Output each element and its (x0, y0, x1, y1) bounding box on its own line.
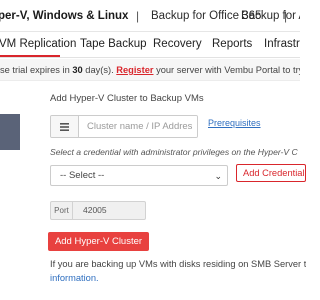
credential-select[interactable]: -- Select -- ⌄ (50, 165, 228, 186)
tab-backup-aws[interactable]: Backup for AW (241, 10, 300, 22)
nav-item-vm-replication[interactable]: VM Replication (0, 38, 76, 50)
trial-text-after-days: day(s). (82, 65, 117, 75)
nav-item-infrastructure[interactable]: Infrastru (264, 38, 300, 50)
add-credential-button[interactable]: Add Credential (236, 164, 306, 182)
credential-select-value: -- Select -- (60, 170, 105, 181)
product-tabs-bar: per-V, Windows & Linux | Backup for Offi… (0, 0, 300, 32)
port-field-group: Port 42005 (50, 201, 146, 220)
cluster-input-group (50, 115, 198, 138)
port-field: 42005 (83, 205, 107, 215)
trial-text-prefix: se trial expires in (0, 65, 73, 75)
active-nav-indicator (0, 55, 60, 57)
information-link[interactable]: information. (50, 271, 99, 285)
credential-instruction: Select a credential with administrator p… (50, 147, 298, 157)
add-hyperv-cluster-button[interactable]: Add Hyper-V Cluster (48, 232, 149, 251)
trial-banner: se trial expires in 30 day(s). Register … (0, 59, 300, 81)
register-link[interactable]: Register (116, 65, 153, 75)
cluster-input-addon (51, 116, 79, 137)
form-title: Add Hyper-V Cluster to Backup VMs (50, 93, 204, 104)
tab-separator: | (136, 9, 140, 23)
prerequisites-link[interactable]: Prerequisites (208, 118, 261, 128)
list-icon (60, 122, 69, 131)
trial-text-suffix: your server with Vembu Portal to try (153, 65, 300, 75)
chevron-down-icon: ⌄ (214, 171, 222, 181)
trial-days: 30 (72, 65, 83, 75)
nav-item-recovery[interactable]: Recovery (153, 38, 202, 50)
side-panel-item[interactable] (0, 114, 20, 150)
tab-hyperv-windows-linux[interactable]: per-V, Windows & Linux (0, 10, 128, 22)
smb-info-text: If you are backing up VMs with disks res… (50, 259, 306, 269)
cluster-name-input[interactable] (80, 116, 197, 137)
nav-item-tape-backup[interactable]: Tape Backup (80, 38, 147, 50)
nav-item-reports[interactable]: Reports (212, 38, 252, 50)
port-label: Port (51, 202, 73, 219)
